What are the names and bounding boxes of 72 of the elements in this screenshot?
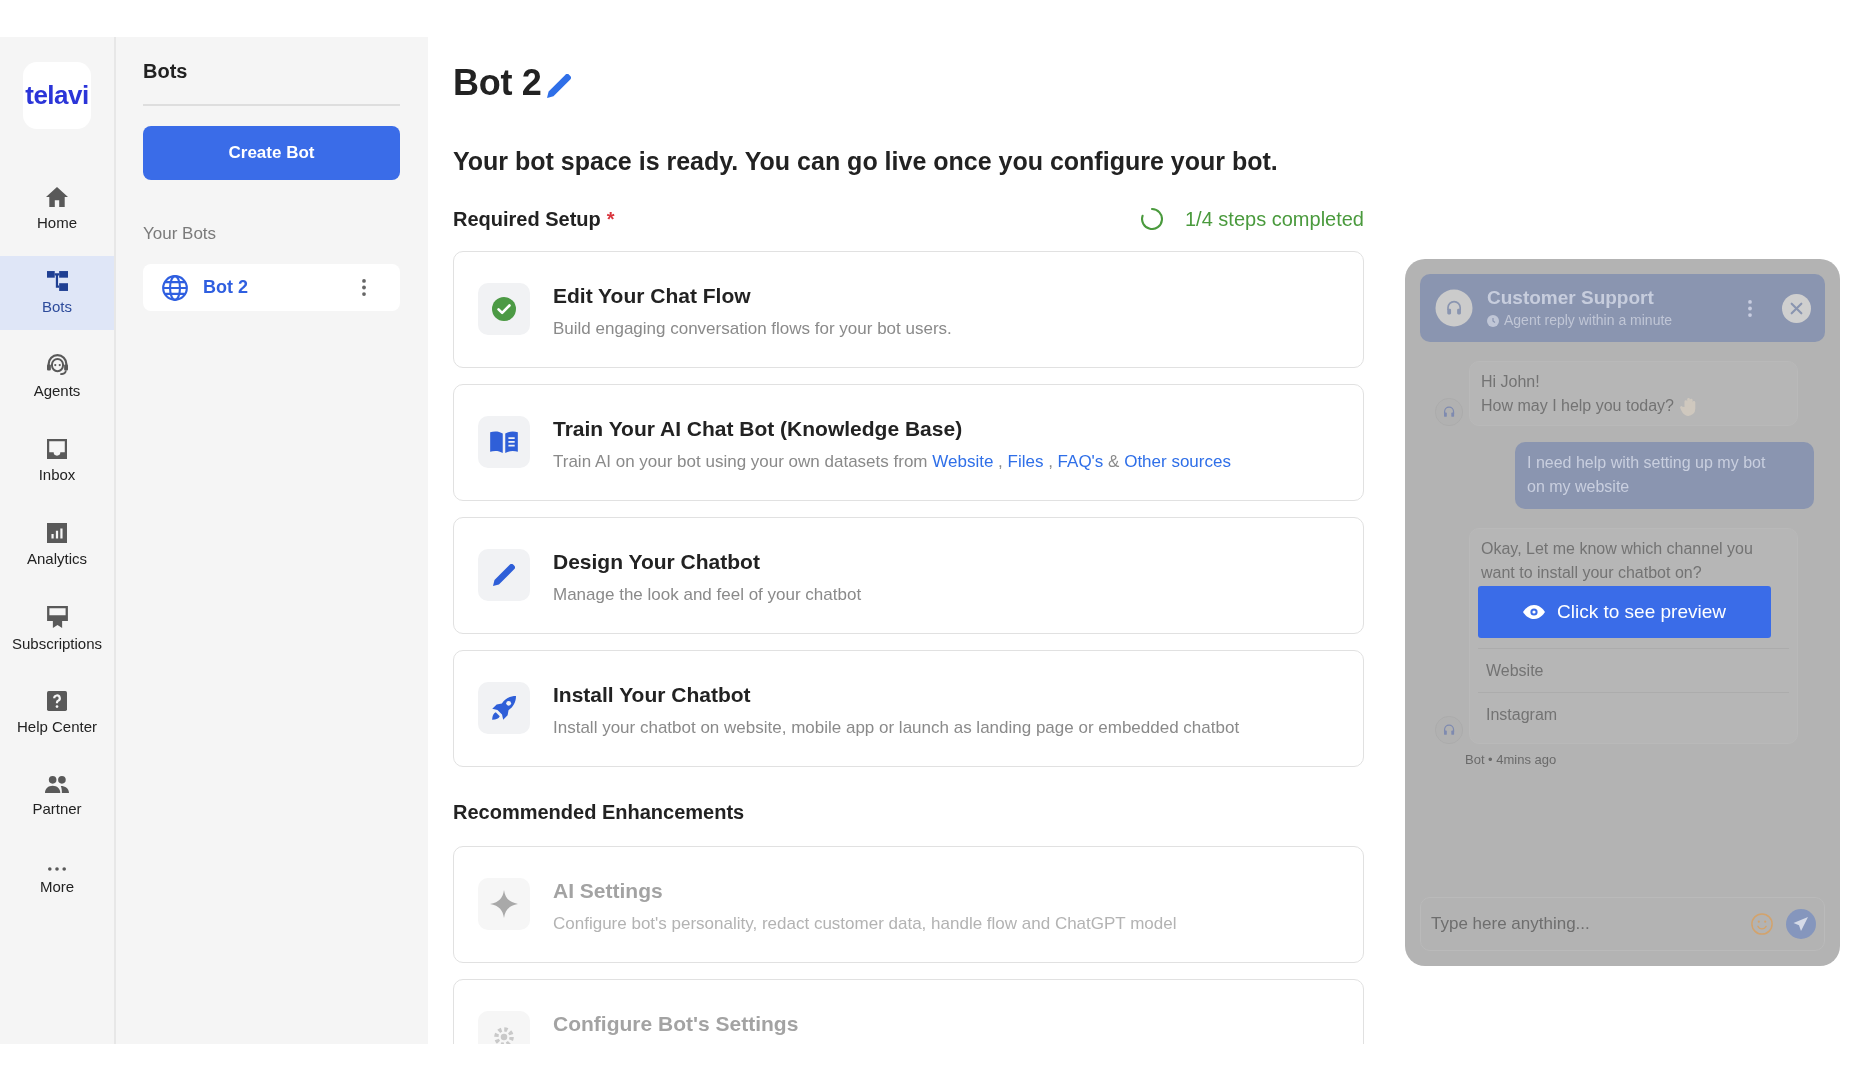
step-description: Build engaging conversation flows for your bot users. xyxy=(553,318,952,340)
chat-title: Customer Support xyxy=(1487,287,1655,309)
headphones-icon xyxy=(1435,398,1463,426)
nav-item[interactable]: Analytics xyxy=(0,508,114,582)
step-card[interactable]: Train Your AI Chat Bot (Knowledge Base) Train AI on your bot using your own datasets from Website , Files , FAQ's & Other sources xyxy=(453,384,1364,501)
link[interactable]: Files xyxy=(1007,452,1044,471)
nav-item[interactable]: Agents xyxy=(0,340,114,414)
section-label: Your Bots xyxy=(143,224,218,244)
vertical-dots-icon[interactable] xyxy=(362,279,366,296)
progress-ring-icon xyxy=(1141,208,1163,230)
ellipsis-icon xyxy=(48,866,66,871)
required-asterisk: * xyxy=(606,208,615,231)
enhancement-description: Configure bot's personality, redact customer data, handle flow and ChatGPT model xyxy=(553,913,1177,935)
step-title: Design Your Chatbot xyxy=(553,549,761,575)
bot-title: Bot 2 xyxy=(453,61,542,105)
home-icon xyxy=(46,186,68,207)
inbox-icon xyxy=(47,438,67,459)
globe-icon xyxy=(162,274,188,301)
nav-item[interactable]: Bots xyxy=(0,256,114,330)
people-icon xyxy=(45,776,69,793)
send-icon[interactable] xyxy=(1786,909,1816,939)
message-text: I need help with setting up my bot on my website xyxy=(1527,453,1767,497)
close-icon[interactable] xyxy=(1782,293,1811,323)
headphones-icon xyxy=(1435,289,1473,327)
panel-title: Bots xyxy=(143,59,400,106)
nav-item[interactable]: Inbox xyxy=(0,424,114,498)
enhancement-title: Configure Bot's Settings xyxy=(553,1011,799,1037)
link[interactable]: Website xyxy=(932,452,994,471)
headline: Your bot space is ready. You can go live once you configure your bot. xyxy=(453,146,1279,177)
question-icon xyxy=(47,690,67,711)
link[interactable]: Other sources xyxy=(1124,452,1231,471)
bot-name: Bot 2 xyxy=(203,277,248,298)
nav-item[interactable]: Home xyxy=(0,172,114,246)
eye-icon xyxy=(1523,605,1545,619)
headset-icon xyxy=(46,354,68,375)
message-text: How may I help you today? xyxy=(1481,396,1674,416)
app-logo[interactable]: telavi xyxy=(23,62,91,129)
step-title: Edit Your Chat Flow xyxy=(553,283,752,309)
nav-item[interactable]: Subscriptions xyxy=(0,592,114,666)
smiley-icon[interactable] xyxy=(1751,913,1773,935)
step-title: Install Your Chatbot xyxy=(553,682,752,708)
clock-icon xyxy=(1487,314,1499,327)
step-card[interactable]: Edit Your Chat Flow Build engaging conversation flows for your bot users. xyxy=(453,251,1364,368)
section-title: Recommended Enhancements xyxy=(453,800,746,825)
progress-text: 1/4 steps completed xyxy=(1185,207,1364,232)
nav-item[interactable]: More xyxy=(0,844,114,918)
monitor-ribbon-icon xyxy=(46,605,68,628)
vertical-dots-icon[interactable] xyxy=(1748,299,1752,317)
step-description: Train AI on your bot using your own datasets from Website , Files , FAQ's & Other sources xyxy=(553,451,1231,473)
step-title: Train Your AI Chat Bot (Knowledge Base) xyxy=(553,416,964,442)
step-description: Install your chatbot on website, mobile app or launch as landing page or embedded chatbot xyxy=(553,717,1240,739)
message-text: Hi John! xyxy=(1481,372,1541,392)
enhancement-title: AI Settings xyxy=(553,878,664,904)
bar-chart-icon xyxy=(47,522,67,543)
nav-item[interactable]: Partner xyxy=(0,760,114,834)
headphones-icon xyxy=(1435,716,1463,744)
step-card[interactable]: Install Your Chatbot Install your chatbot on website, mobile app or launch as landing page or embedded chatbot xyxy=(453,650,1364,767)
section-title: Required Setup xyxy=(453,207,601,232)
waving-hand-icon xyxy=(1680,396,1698,416)
step-description: Manage the look and feel of your chatbot xyxy=(553,584,862,606)
create-bot-button[interactable]: Create Bot xyxy=(143,126,400,180)
preview-button[interactable]: Click to see preview xyxy=(1478,586,1771,638)
message-meta: Bot • 4mins ago xyxy=(1465,752,1558,768)
message-text: Okay, Let me know which channel you want to install your chatbot on? xyxy=(1481,539,1754,583)
pencil-icon[interactable] xyxy=(546,74,571,98)
bot-list-item[interactable]: Bot 2 xyxy=(143,264,400,311)
message-input[interactable]: Type here anything... xyxy=(1420,897,1825,951)
hierarchy-icon xyxy=(46,270,68,291)
link[interactable]: FAQ's xyxy=(1057,452,1104,471)
sparkle-icon xyxy=(478,878,530,930)
nav-item[interactable]: Help Center xyxy=(0,676,114,750)
step-card[interactable]: Design Your Chatbot Manage the look and feel of your chatbot xyxy=(453,517,1364,634)
